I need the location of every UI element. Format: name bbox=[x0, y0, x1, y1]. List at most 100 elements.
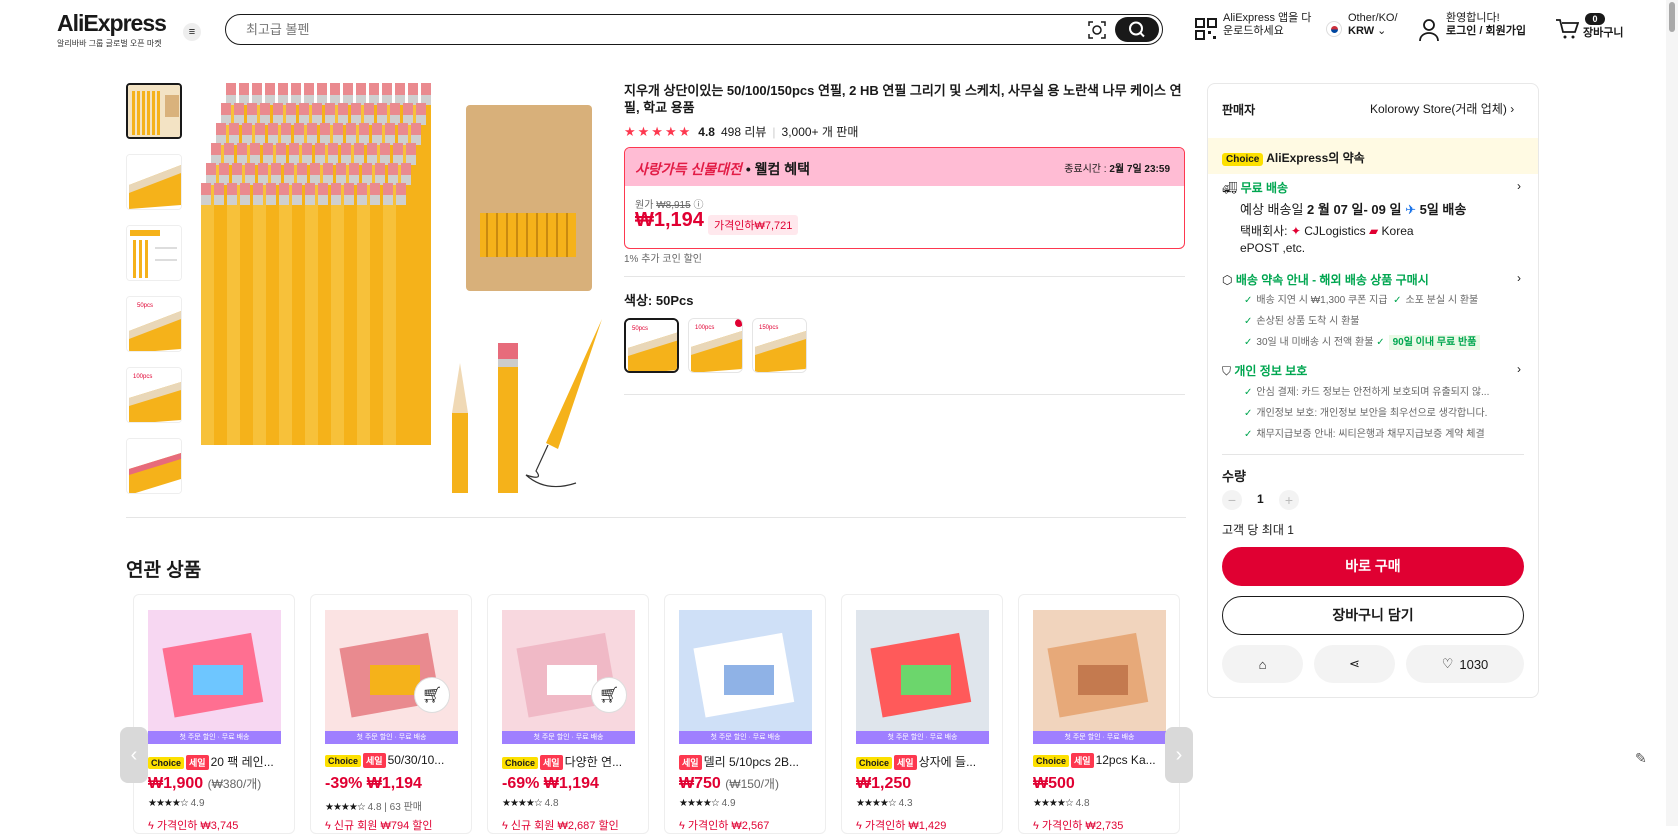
product-title-text: 12pcs Ka... bbox=[1095, 753, 1156, 767]
chevron-down-icon: ⌄ bbox=[1377, 25, 1387, 37]
main-product-image[interactable] bbox=[196, 83, 606, 493]
thumbnail-3[interactable] bbox=[126, 225, 182, 281]
region-text: Other/KO/ bbox=[1348, 12, 1398, 24]
product-price: -69% ₩1,194 bbox=[502, 775, 599, 793]
sku-option-50pcs[interactable]: 50pcs bbox=[624, 318, 679, 373]
product-image bbox=[1033, 610, 1166, 743]
promo-text: 가격인하 ₩1,429 bbox=[864, 820, 947, 832]
related-product-card[interactable]: 🛒︎ 첫 주문 할인 · 무료 배송 Choice 세일 다양한 연... -69% ₩1… bbox=[487, 594, 649, 834]
choice-tag: Choice bbox=[148, 757, 185, 769]
product-promo: ϟ 가격인하 ₩2,735 bbox=[1033, 817, 1123, 833]
qty-decrease-button[interactable]: − bbox=[1222, 490, 1242, 510]
related-product-card[interactable]: 첫 주문 할인 · 무료 배송 Choice 세일 상자에 들... ₩1,250 ★★… bbox=[841, 594, 1003, 834]
product-price: -39% ₩1,194 bbox=[325, 775, 422, 793]
scrollbar-thumb[interactable] bbox=[1669, 2, 1675, 32]
thumbnail-image: 50pcs bbox=[127, 297, 181, 351]
image-search-icon[interactable] bbox=[1086, 19, 1108, 41]
product-promo: ϟ 신규 회원 ₩794 할인 bbox=[325, 817, 433, 833]
product-rating: ★★★★☆ 4.8 bbox=[502, 798, 559, 809]
app-download-link[interactable]: AliExpress 앱을 다 운로드하세요 bbox=[1223, 12, 1311, 38]
carrier-info: 택배회사: ✦ CJLogistics ▰ Korea bbox=[1240, 222, 1414, 239]
edit-icon[interactable]: ✎ bbox=[1635, 750, 1647, 767]
region-selector[interactable]: Other/KO/ KRW ⌄ bbox=[1348, 12, 1398, 38]
related-product-card[interactable]: 첫 주문 할인 · 무료 배송 Choice 세일 20 팩 레인... ₩1,900 … bbox=[133, 594, 295, 834]
product-rating: ★★★★☆ 4.3 bbox=[856, 798, 913, 809]
choice-tag: Choice bbox=[325, 755, 362, 767]
product-promo: ϟ 가격인하 ₩2,567 bbox=[679, 817, 769, 833]
delivery-guarantee-row[interactable]: ⬡ 배송 약속 안내 - 해외 배송 상품 구매시 bbox=[1222, 271, 1429, 288]
guarantee-text: 30일 내 미배송 시 전액 환불 bbox=[1256, 337, 1374, 348]
price-value: ₩1,900 bbox=[148, 775, 204, 792]
promo-bar: 첫 주문 할인 · 무료 배송 bbox=[856, 731, 989, 744]
guarantee-item: ✓ 손상된 상품 도착 시 환불 bbox=[1244, 312, 1360, 327]
price-value: -39% ₩1,194 bbox=[325, 775, 422, 792]
account-link[interactable]: 환영합니다! 로그인 / 회원가입 bbox=[1446, 12, 1526, 38]
qty-increase-button[interactable]: + bbox=[1279, 490, 1299, 510]
star-rating-icon: ★★★★☆ bbox=[502, 798, 543, 809]
carousel-prev-button[interactable]: ‹ bbox=[120, 727, 148, 783]
chevron-right-icon[interactable]: › bbox=[1517, 179, 1521, 193]
sold-count: 63 판매 bbox=[389, 802, 422, 813]
guarantee-text: 배송 지연 시 ₩1,300 쿠폰 지급 bbox=[1256, 295, 1388, 306]
thumbnail-2[interactable] bbox=[126, 154, 182, 210]
product-title-text: 다양한 연... bbox=[564, 755, 623, 769]
promo-banner: 사랑가득 신물대전 • 웰컴 혜택 종료시간 : 2월 7일 23:59 bbox=[625, 148, 1184, 186]
add-to-cart-button[interactable]: 장바구니 담기 bbox=[1222, 596, 1524, 635]
privacy-row[interactable]: ⛉ 개인 정보 보호 bbox=[1222, 362, 1307, 379]
cart-icon[interactable] bbox=[1555, 18, 1579, 40]
store-button[interactable]: ⌂ bbox=[1222, 645, 1303, 683]
sku-option-100pcs[interactable]: 100pcs bbox=[688, 318, 743, 373]
coin-discount: 1% 추가 코인 할인 bbox=[624, 254, 702, 265]
check-icon: ✓ bbox=[1244, 429, 1253, 440]
svg-text:50pcs: 50pcs bbox=[137, 303, 153, 309]
app-download-line2: 운로드하세요 bbox=[1223, 25, 1284, 37]
store-link[interactable]: Kolorowy Store(거래 업체) › bbox=[1370, 100, 1514, 117]
divider bbox=[1222, 454, 1524, 455]
buy-now-button[interactable]: 바로 구매 bbox=[1222, 547, 1524, 586]
aliexpress-logo[interactable]: AliExpress 알리바바 그룹 글로벌 오픈 마켓 bbox=[57, 10, 167, 49]
chevron-right-icon[interactable]: › bbox=[1517, 271, 1521, 285]
add-to-cart-icon[interactable]: 🛒︎ bbox=[414, 677, 450, 713]
related-product-card[interactable]: 첫 주문 할인 · 무료 배송 세일 델리 5/10pcs 2B... ₩750 (₩… bbox=[664, 594, 826, 834]
sku-tag: 150pcs bbox=[759, 325, 778, 331]
rating-value: 4.9 bbox=[190, 798, 205, 809]
scrollbar[interactable] bbox=[1666, 0, 1678, 826]
free-shipping-row[interactable]: 🚚︎ 무료 배송 bbox=[1222, 179, 1288, 196]
qty-value[interactable]: 1 bbox=[1257, 492, 1264, 506]
chevron-right-icon[interactable]: › bbox=[1517, 362, 1521, 376]
flame-icon: ϟ bbox=[679, 820, 685, 832]
related-product-card[interactable]: 첫 주문 할인 · 무료 배송 Choice 세일 12pcs Ka... ₩500 ★… bbox=[1018, 594, 1180, 834]
sku-image: 150pcs bbox=[753, 319, 806, 372]
product-rating: ★★★★☆ 4.8 bbox=[1033, 798, 1090, 809]
user-icon[interactable] bbox=[1418, 18, 1440, 42]
thumbnail-1[interactable] bbox=[126, 83, 182, 139]
related-product-card[interactable]: 🛒︎ 첫 주문 할인 · 무료 배송 Choice 세일 50/30/10... -39%… bbox=[310, 594, 472, 834]
review-count[interactable]: 498 리뷰 bbox=[721, 123, 766, 140]
star-rating-icon: ★★★★☆ bbox=[148, 798, 189, 809]
share-button[interactable]: ⋖ bbox=[1314, 645, 1395, 683]
promo-bar: 첫 주문 할인 · 무료 배송 bbox=[679, 731, 812, 744]
carousel-next-button[interactable]: › bbox=[1165, 727, 1193, 783]
rating-value: 4.8 bbox=[1075, 798, 1090, 809]
heart-icon: ♡ bbox=[1441, 656, 1454, 671]
product-title: Choice 세일 상자에 들... bbox=[856, 753, 996, 770]
thumbnail-5[interactable]: 100pcs bbox=[126, 367, 182, 423]
product-rating: ★★★★☆ 4.9 bbox=[679, 798, 736, 809]
price-value: ₩500 bbox=[1033, 775, 1075, 792]
add-to-cart-icon[interactable]: 🛒︎ bbox=[591, 677, 627, 713]
guarantee-item: ✓ 30일 내 미배송 시 전액 환불 ✓ 90일 이내 무료 반품 bbox=[1244, 333, 1481, 350]
qr-code-icon[interactable] bbox=[1194, 17, 1218, 41]
sku-option-150pcs[interactable]: 150pcs bbox=[752, 318, 807, 373]
epost-logo-icon: ▰ bbox=[1368, 224, 1379, 238]
cart-label[interactable]: 장바구니 bbox=[1583, 27, 1623, 40]
search-button[interactable] bbox=[1115, 17, 1159, 42]
promo-end-value: 2월 7일 23:59 bbox=[1109, 164, 1170, 175]
check-icon: ✓ bbox=[1376, 337, 1385, 348]
category-menu-icon[interactable]: ≡ bbox=[183, 23, 201, 41]
product-title: 세일 델리 5/10pcs 2B... bbox=[679, 753, 819, 770]
thumbnail-4[interactable]: 50pcs bbox=[126, 296, 182, 352]
thumbnail-6[interactable] bbox=[126, 438, 182, 494]
wishlist-button[interactable]: ♡ 1030 bbox=[1406, 645, 1524, 683]
quantity-label: 수량 bbox=[1222, 469, 1246, 484]
search-input[interactable] bbox=[246, 19, 1046, 39]
